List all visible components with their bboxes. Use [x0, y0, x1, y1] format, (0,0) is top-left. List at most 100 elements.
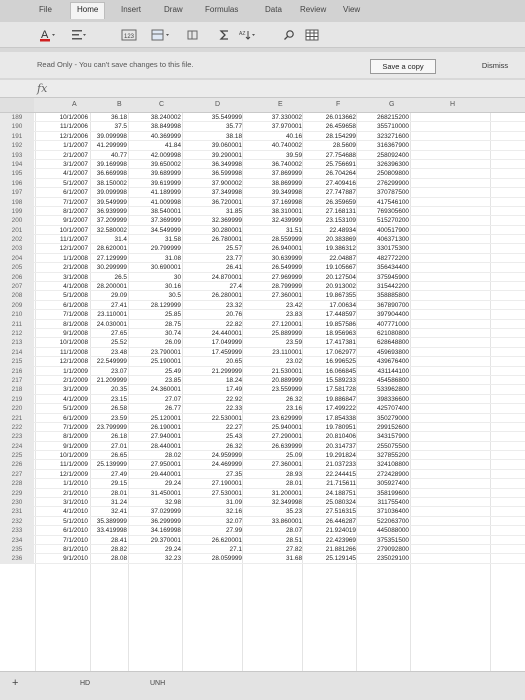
- cell-date[interactable]: 9/1/2010: [35, 554, 88, 563]
- cell-open[interactable]: 28.82: [90, 545, 127, 554]
- cell-high[interactable]: 29.440001: [128, 470, 181, 479]
- cell-adj-close[interactable]: 28.154299: [302, 132, 356, 141]
- align-icon[interactable]: [68, 27, 90, 43]
- cell-adj-close[interactable]: 17.062977: [302, 348, 356, 357]
- cell-adj-close[interactable]: 27.516315: [302, 507, 356, 516]
- cell-date[interactable]: 1/1/2009: [35, 367, 88, 376]
- cell-date[interactable]: 1/1/2010: [35, 479, 88, 488]
- cell-low[interactable]: 32.369999: [182, 216, 242, 225]
- cell-volume[interactable]: 628648800: [356, 338, 409, 347]
- cell-high[interactable]: 24.360001: [128, 385, 181, 394]
- cell-low[interactable]: 27.35: [182, 470, 242, 479]
- row-number[interactable]: 214: [0, 347, 34, 358]
- cell-close[interactable]: 23.02: [242, 357, 302, 366]
- cell-adj-close[interactable]: 19.105667: [302, 263, 356, 272]
- row-number[interactable]: 198: [0, 197, 34, 207]
- cell-high[interactable]: 38.240002: [128, 113, 181, 122]
- cell-volume[interactable]: 316367900: [356, 141, 409, 150]
- cell-adj-close[interactable]: 21.715611: [302, 479, 356, 488]
- cell-low[interactable]: 25.57: [182, 244, 242, 253]
- cell-date[interactable]: 3/1/2008: [35, 273, 88, 282]
- cell-open[interactable]: 28.200001: [90, 282, 127, 291]
- cell-close[interactable]: 40.16: [242, 132, 302, 141]
- cell-close[interactable]: 26.549999: [242, 263, 302, 272]
- cell-volume[interactable]: 407771000: [356, 320, 409, 329]
- cell-high[interactable]: 38.540001: [128, 207, 181, 216]
- cell-volume[interactable]: 250809800: [356, 169, 409, 178]
- tab-formulas[interactable]: Formulas: [205, 5, 238, 14]
- row-number[interactable]: 202: [0, 235, 34, 245]
- cell-high[interactable]: 39.619999: [128, 179, 181, 188]
- cell-high[interactable]: 29.24: [128, 545, 181, 554]
- cell-volume[interactable]: 370787500: [356, 188, 409, 197]
- cell-date[interactable]: 8/1/2008: [35, 320, 88, 329]
- column-header-f[interactable]: F: [336, 101, 340, 108]
- cell-close[interactable]: 27.120001: [242, 320, 302, 329]
- cell-volume[interactable]: 323271600: [356, 132, 409, 141]
- cell-low[interactable]: 32.16: [182, 507, 242, 516]
- cell-open[interactable]: 38.150002: [90, 179, 127, 188]
- cell-open[interactable]: 39.099998: [90, 188, 127, 197]
- column-header-a[interactable]: A: [72, 101, 77, 108]
- cell-volume[interactable]: 276299900: [356, 179, 409, 188]
- cell-low[interactable]: 26.41: [182, 263, 242, 272]
- row-number[interactable]: 236: [0, 554, 34, 564]
- cell-date[interactable]: 8/1/2009: [35, 432, 88, 441]
- cell-date[interactable]: 4/1/2010: [35, 507, 88, 516]
- row-number[interactable]: 225: [0, 451, 34, 461]
- cell-low[interactable]: 26.32: [182, 442, 242, 451]
- cell-open[interactable]: 29.15: [90, 479, 127, 488]
- cell-volume[interactable]: 431144100: [356, 367, 409, 376]
- cell-open[interactable]: 35.389999: [90, 517, 127, 526]
- cell-close[interactable]: 36.740002: [242, 160, 302, 169]
- cell-open[interactable]: 36.18: [90, 113, 127, 122]
- cell-open[interactable]: 28.01: [90, 489, 127, 498]
- cell-adj-close[interactable]: 19.386312: [302, 244, 356, 253]
- cell-date[interactable]: 5/1/2007: [35, 179, 88, 188]
- row-number[interactable]: 201: [0, 225, 34, 236]
- cell-open[interactable]: 23.59: [90, 414, 127, 423]
- cell-high[interactable]: 41.84: [128, 141, 181, 150]
- cell-date[interactable]: 12/1/2009: [35, 470, 88, 479]
- cell-date[interactable]: 6/1/2008: [35, 301, 88, 310]
- cell-low[interactable]: 18.24: [182, 376, 242, 385]
- cell-low[interactable]: 26.280001: [182, 291, 242, 300]
- cell-volume[interactable]: 279092800: [356, 545, 409, 554]
- cell-close[interactable]: 27.360001: [242, 460, 302, 469]
- cell-date[interactable]: 7/1/2007: [35, 198, 88, 207]
- cell-open[interactable]: 37.209999: [90, 216, 127, 225]
- row-number[interactable]: 216: [0, 366, 34, 376]
- cell-open[interactable]: 39.099998: [90, 132, 127, 141]
- cell-close[interactable]: 31.200001: [242, 489, 302, 498]
- cell-close[interactable]: 28.51: [242, 536, 302, 545]
- cell-open[interactable]: 29.09: [90, 291, 127, 300]
- cell-low[interactable]: 27.1: [182, 545, 242, 554]
- cell-volume[interactable]: 406371300: [356, 235, 409, 244]
- cell-open[interactable]: 23.15: [90, 395, 127, 404]
- cell-date[interactable]: 8/1/2010: [35, 545, 88, 554]
- cell-volume[interactable]: 533962800: [356, 385, 409, 394]
- cell-volume[interactable]: 367890700: [356, 301, 409, 310]
- cell-adj-close[interactable]: 20.810406: [302, 432, 356, 441]
- cell-high[interactable]: 34.169998: [128, 526, 181, 535]
- cell-low[interactable]: 36.720001: [182, 198, 242, 207]
- row-number[interactable]: 193: [0, 150, 34, 160]
- tab-draw[interactable]: Draw: [164, 5, 183, 14]
- cell-adj-close[interactable]: 17.00634: [302, 301, 356, 310]
- row-number[interactable]: 220: [0, 404, 34, 414]
- cell-open[interactable]: 27.129999: [90, 254, 127, 263]
- row-number[interactable]: 223: [0, 432, 34, 442]
- cell-date[interactable]: 5/1/2010: [35, 517, 88, 526]
- cell-high[interactable]: 38.849998: [128, 122, 181, 131]
- cell-low[interactable]: 31.09: [182, 498, 242, 507]
- cell-close[interactable]: 38.310001: [242, 207, 302, 216]
- cell-high[interactable]: 25.85: [128, 310, 181, 319]
- cell-adj-close[interactable]: 19.857586: [302, 320, 356, 329]
- cell-close[interactable]: 35.23: [242, 507, 302, 516]
- row-number[interactable]: 230: [0, 498, 34, 508]
- cell-close[interactable]: 32.349998: [242, 498, 302, 507]
- cell-high[interactable]: 25.49: [128, 367, 181, 376]
- cell-open[interactable]: 40.77: [90, 151, 127, 160]
- column-header-d[interactable]: D: [215, 101, 220, 108]
- cell-close[interactable]: 33.860001: [242, 517, 302, 526]
